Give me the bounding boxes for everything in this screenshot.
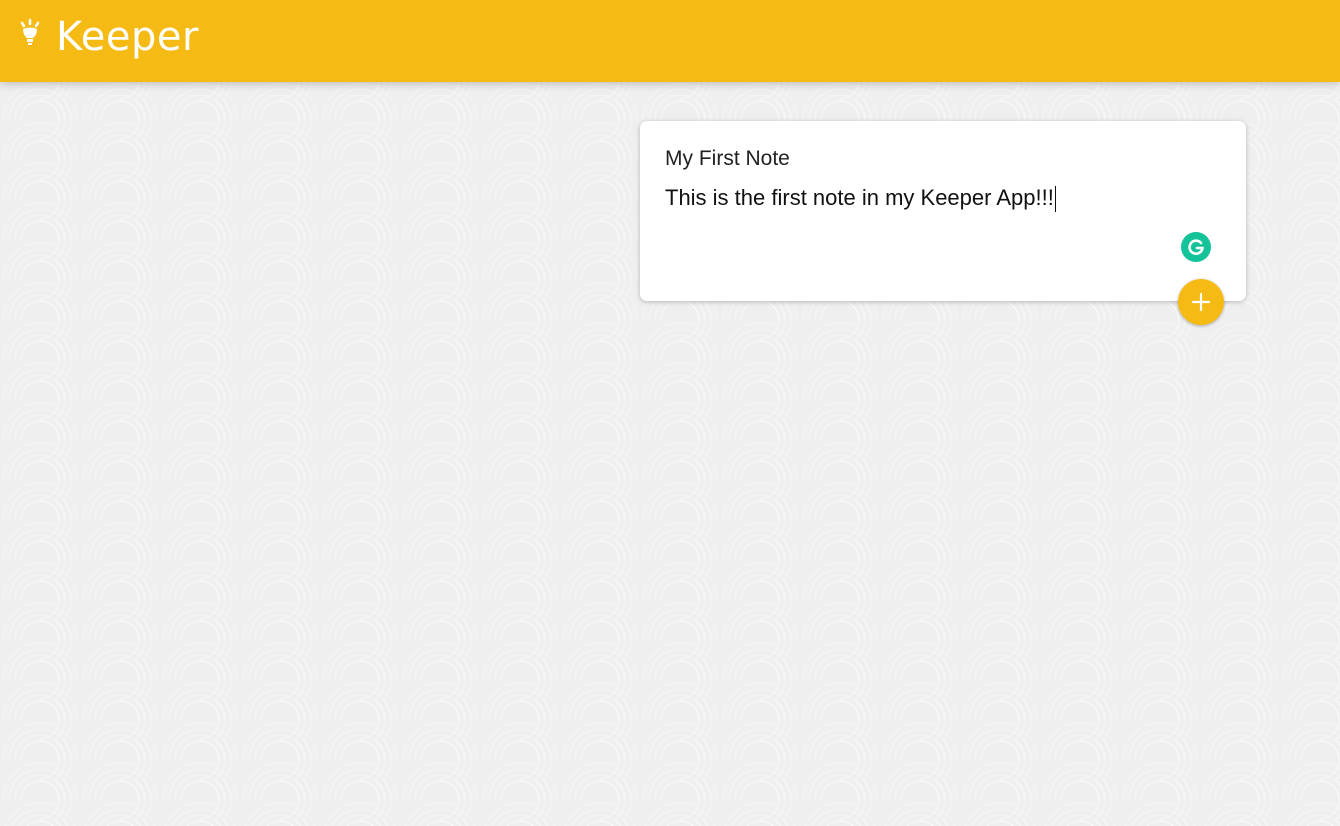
note-content-input[interactable]: This is the first note in my Keeper App!…: [665, 183, 1205, 213]
add-note-button[interactable]: [1178, 279, 1224, 325]
plus-icon: [1190, 291, 1212, 313]
text-caret: [1054, 186, 1056, 213]
note-title-input[interactable]: [665, 145, 1205, 173]
create-note-form: This is the first note in my Keeper App!…: [640, 121, 1246, 301]
lightbulb-icon: [16, 18, 44, 48]
app-header: Keeper: [0, 0, 1340, 82]
grammarly-icon[interactable]: [1181, 232, 1211, 262]
app-title: Keeper: [56, 14, 199, 60]
note-content-text: This is the first note in my Keeper App!…: [665, 185, 1054, 210]
